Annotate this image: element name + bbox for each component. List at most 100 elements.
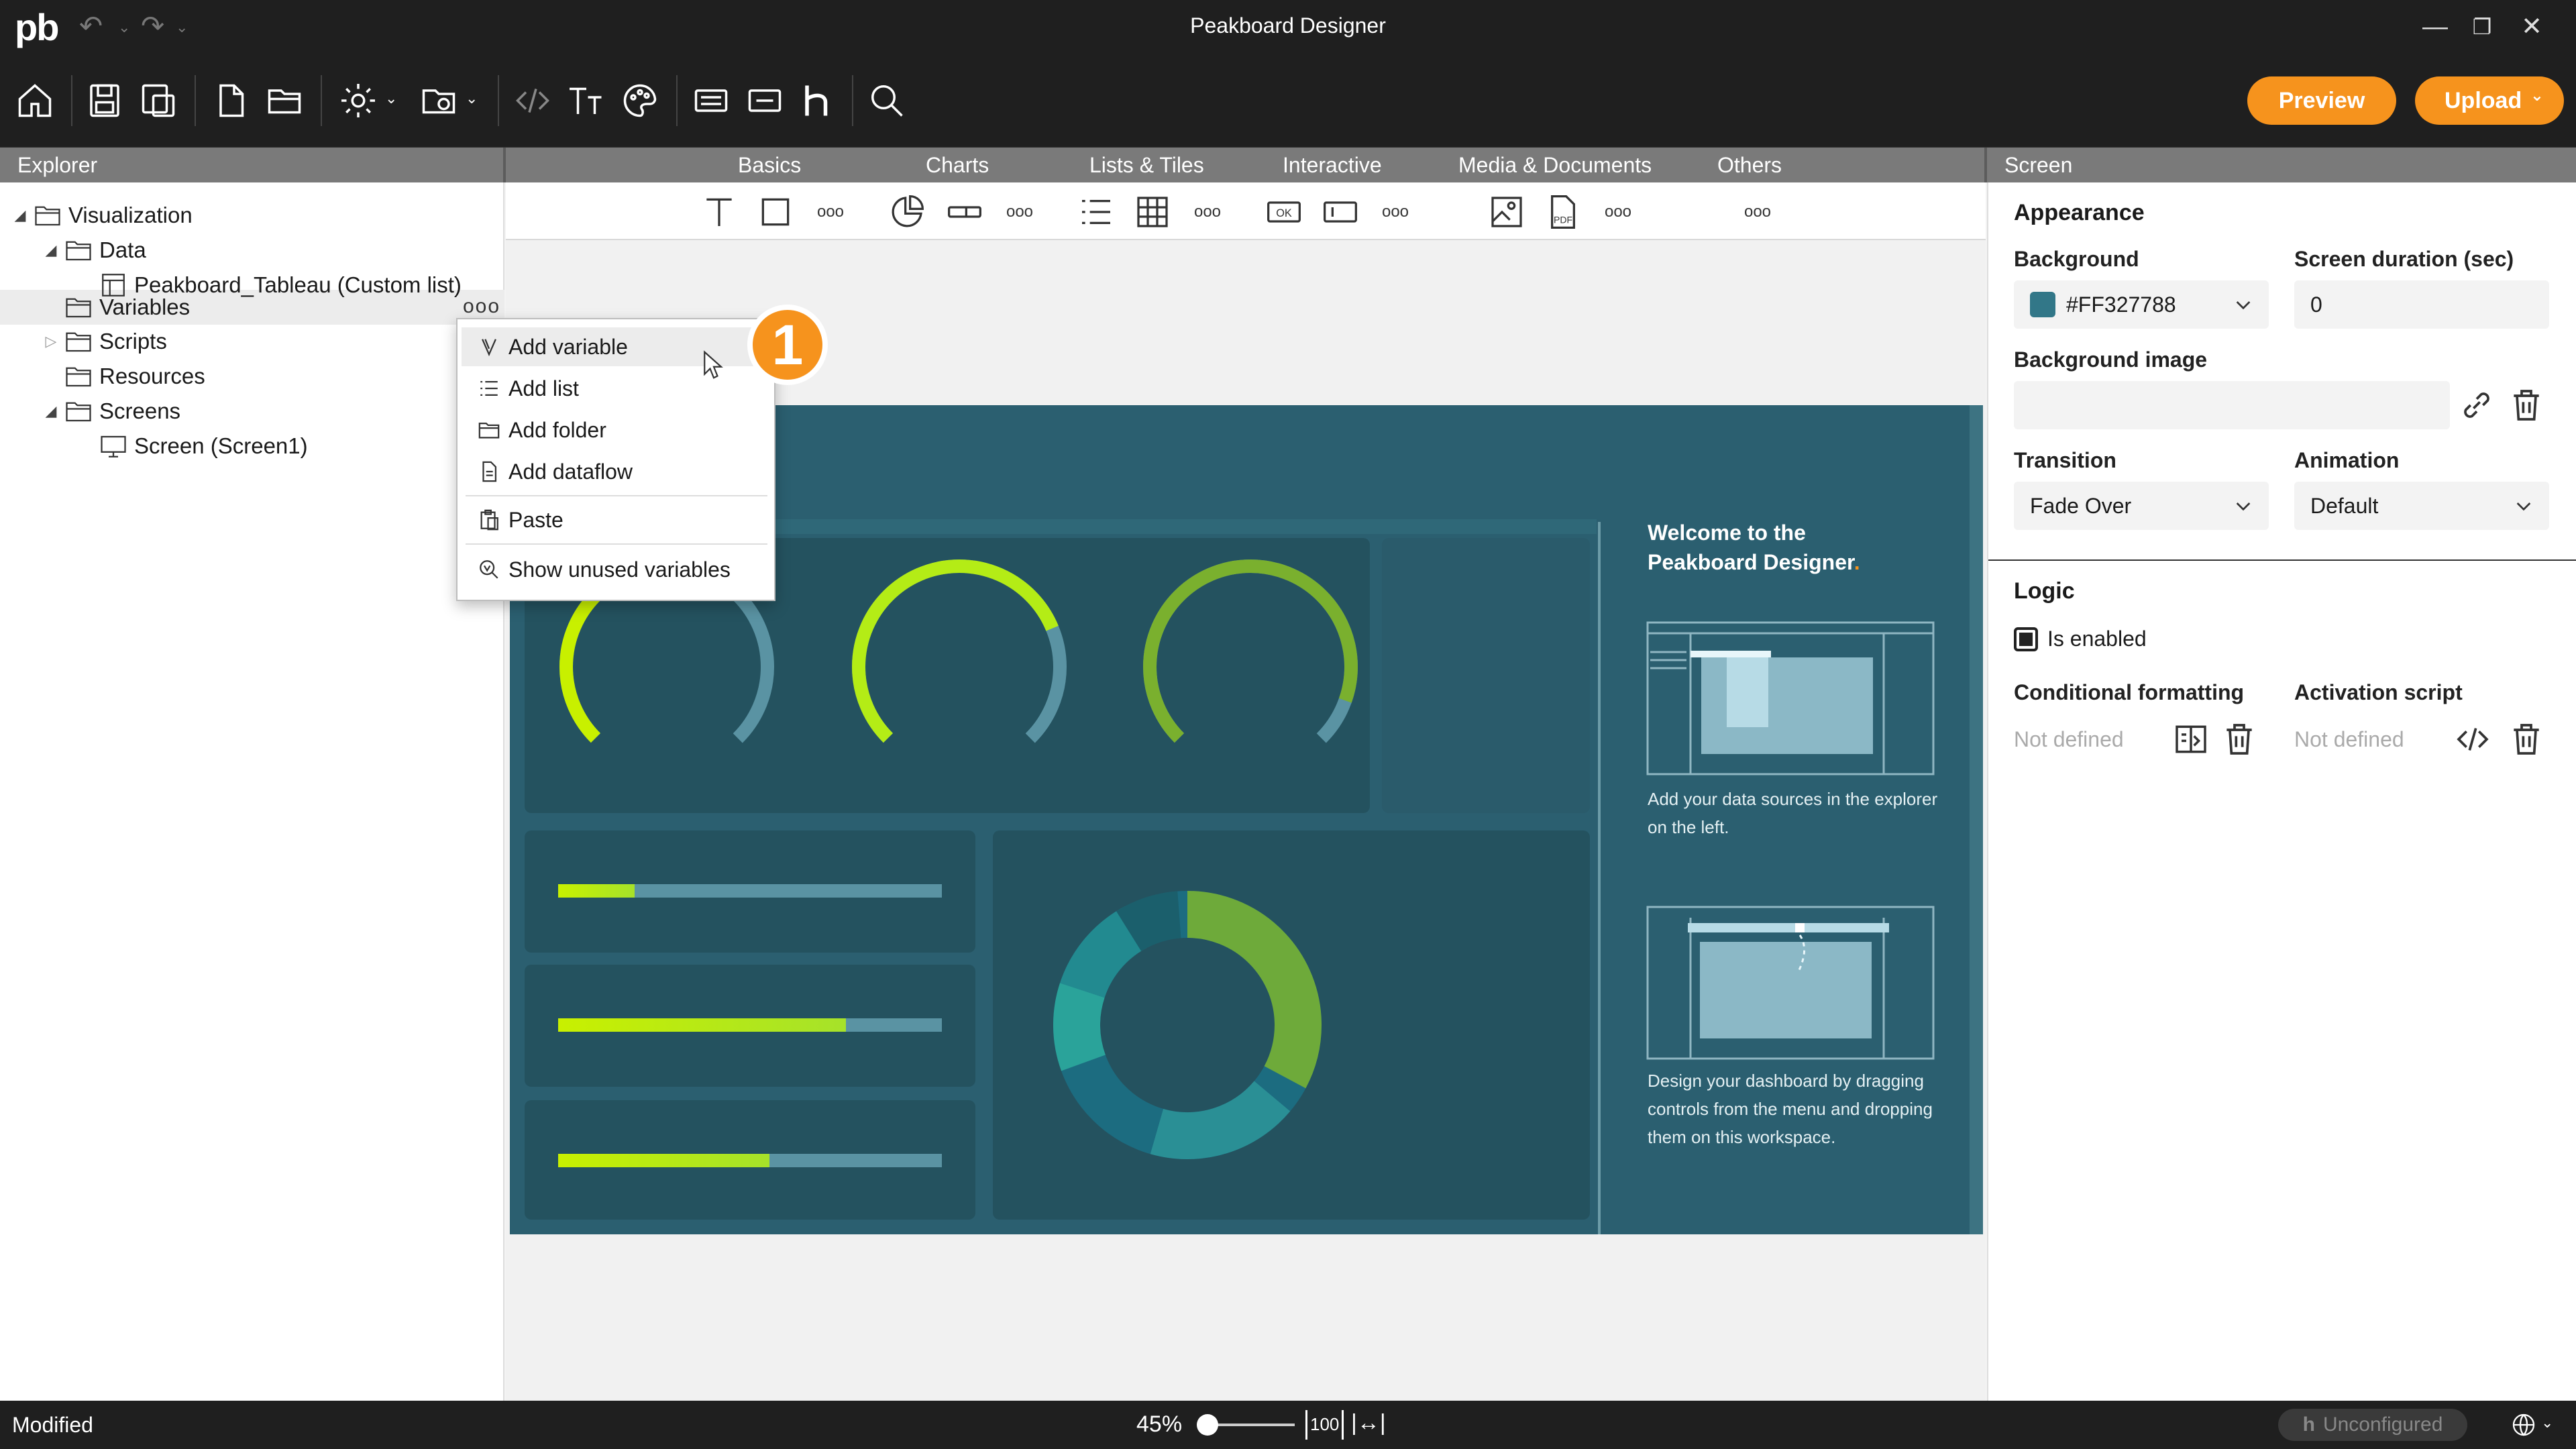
- tree-item-data[interactable]: ◢ Data: [38, 233, 146, 267]
- menu-item-add-folder[interactable]: Add folder: [462, 411, 770, 449]
- menu-item-add-dataflow[interactable]: Add dataflow: [462, 452, 770, 491]
- conditional-formatting-label: Conditional formatting: [2014, 680, 2245, 704]
- chevron-down-icon: [2516, 502, 2531, 511]
- bar-chart-control-icon[interactable]: [943, 191, 986, 233]
- activation-script-label: Activation script: [2294, 680, 2463, 704]
- menu-item-paste[interactable]: Paste: [462, 500, 770, 539]
- tree-item-screens[interactable]: ◢ Screens: [38, 394, 181, 428]
- trash-icon[interactable]: [2508, 386, 2545, 424]
- more-charts-icon[interactable]: ooo: [998, 191, 1041, 233]
- textbox-control-icon[interactable]: [1319, 191, 1362, 233]
- text-format-icon[interactable]: [559, 74, 613, 127]
- preview-button[interactable]: Preview: [2247, 76, 2396, 125]
- tree-label: Data: [99, 237, 146, 262]
- transition-label: Transition: [2014, 448, 2116, 472]
- collapse-icon[interactable]: ◢: [38, 402, 64, 420]
- tree-label: Visualization: [68, 203, 193, 227]
- upload-button[interactable]: Upload ⌄: [2415, 76, 2564, 125]
- svg-text:OK: OK: [1276, 207, 1292, 219]
- pie-chart-control-icon[interactable]: [885, 191, 928, 233]
- menu-item-label: Add variable: [508, 334, 628, 359]
- collapse-icon[interactable]: ◢: [7, 207, 34, 224]
- box-settings-icon[interactable]: [412, 74, 466, 127]
- checkbox-box[interactable]: [2014, 627, 2038, 651]
- bar-panel-3: [525, 1100, 975, 1220]
- conditional-format-edit-icon[interactable]: [2172, 720, 2210, 758]
- tree-label: Scripts: [99, 329, 167, 354]
- transition-select[interactable]: Fade Over: [2014, 482, 2269, 530]
- tree-item-screen1[interactable]: Screen (Screen1): [99, 429, 308, 463]
- zoom-slider-thumb[interactable]: [1197, 1414, 1218, 1436]
- donut-panel: [993, 830, 1590, 1220]
- tree-item-variables[interactable]: Variables: [64, 290, 190, 325]
- duration-label: Screen duration (sec): [2294, 247, 2514, 271]
- code-icon[interactable]: [506, 74, 559, 127]
- more-options-icon[interactable]: ooo: [463, 295, 500, 318]
- modified-status: Modified: [12, 1413, 93, 1437]
- animation-select[interactable]: Default: [2294, 482, 2549, 530]
- box-dropdown-icon[interactable]: ⌄: [466, 90, 478, 107]
- open-folder-icon[interactable]: [258, 74, 311, 127]
- new-file-icon[interactable]: [204, 74, 258, 127]
- zoom-100-button[interactable]: 100: [1305, 1410, 1344, 1440]
- svg-text:PDF: PDF: [1554, 214, 1572, 225]
- image-control-icon[interactable]: [1485, 191, 1528, 233]
- pdf-control-icon[interactable]: PDF: [1542, 191, 1585, 233]
- home-icon[interactable]: [8, 74, 62, 127]
- category-media-documents: Media & Documents: [1458, 153, 1652, 177]
- close-icon[interactable]: ✕: [2512, 7, 2552, 47]
- trash-icon[interactable]: [2220, 720, 2258, 758]
- panel-header-band: Explorer Basics Charts Lists & Tiles Int…: [0, 148, 2576, 182]
- bar-panel-2: [525, 965, 975, 1087]
- welcome-line-1: Welcome to the: [1648, 521, 1806, 545]
- trash-icon[interactable]: [2508, 720, 2545, 758]
- menu-item-label: Show unused variables: [508, 557, 731, 582]
- language-dropdown-icon[interactable]: ⌄: [2541, 1414, 2553, 1432]
- is-enabled-checkbox[interactable]: Is enabled: [2014, 627, 2147, 651]
- globe-icon[interactable]: [2510, 1411, 2537, 1438]
- tree-item-scripts[interactable]: ▷ Scripts: [38, 325, 167, 358]
- upload-dropdown-icon[interactable]: ⌄: [2530, 86, 2544, 105]
- more-lists-icon[interactable]: ooo: [1186, 191, 1229, 233]
- text-control-icon[interactable]: [698, 191, 741, 233]
- mouse-cursor-icon: [704, 350, 723, 379]
- hub-icon[interactable]: [790, 74, 844, 127]
- edge-device-icon[interactable]: [738, 74, 792, 127]
- more-basics-icon[interactable]: ooo: [809, 191, 852, 233]
- main-toolbar: ⌄ ⌄ Preview Upload ⌄: [0, 55, 2576, 148]
- more-others-icon[interactable]: ooo: [1736, 191, 1779, 233]
- tree-label: Resources: [99, 364, 205, 388]
- background-color-picker[interactable]: #FF327788: [2014, 280, 2269, 329]
- tree-item-visualization[interactable]: ◢ Visualization: [7, 199, 193, 232]
- variable-icon: [482, 339, 496, 357]
- screen-duration-input[interactable]: 0: [2294, 280, 2549, 329]
- link-icon[interactable]: [2458, 386, 2496, 424]
- settings-dropdown-icon[interactable]: ⌄: [385, 90, 397, 107]
- background-color-value: #FF327788: [2066, 292, 2176, 317]
- search-icon[interactable]: [860, 74, 914, 127]
- save-icon[interactable]: [78, 74, 131, 127]
- settings-gear-icon[interactable]: [331, 74, 385, 127]
- button-control-icon[interactable]: OK: [1263, 191, 1305, 233]
- minimize-icon[interactable]: —: [2415, 7, 2455, 47]
- palette-icon[interactable]: [613, 74, 667, 127]
- save-as-icon[interactable]: [131, 74, 185, 127]
- menu-item-show-unused-variables[interactable]: Show unused variables: [462, 550, 770, 589]
- rectangle-control-icon[interactable]: [754, 191, 797, 233]
- tree-item-resources[interactable]: Resources: [64, 360, 205, 393]
- box-device-icon[interactable]: [684, 74, 738, 127]
- box-connection-badge[interactable]: h Unconfigured: [2278, 1409, 2467, 1441]
- list-icon: [480, 380, 498, 396]
- hub-status-icon: h: [2302, 1413, 2315, 1436]
- welcome-line-2: Peakboard Designer: [1648, 550, 1854, 574]
- code-editor-icon[interactable]: [2454, 720, 2491, 758]
- background-image-input[interactable]: [2014, 381, 2450, 429]
- collapse-icon[interactable]: ◢: [38, 241, 64, 259]
- more-interactive-icon[interactable]: ooo: [1374, 191, 1417, 233]
- more-media-icon[interactable]: ooo: [1597, 191, 1640, 233]
- fit-width-icon[interactable]: |↔|: [1351, 1410, 1386, 1436]
- list-control-icon[interactable]: [1075, 191, 1118, 233]
- table-control-icon[interactable]: [1131, 191, 1174, 233]
- expand-icon[interactable]: ▷: [38, 333, 64, 350]
- restore-icon[interactable]: ❐: [2462, 7, 2502, 47]
